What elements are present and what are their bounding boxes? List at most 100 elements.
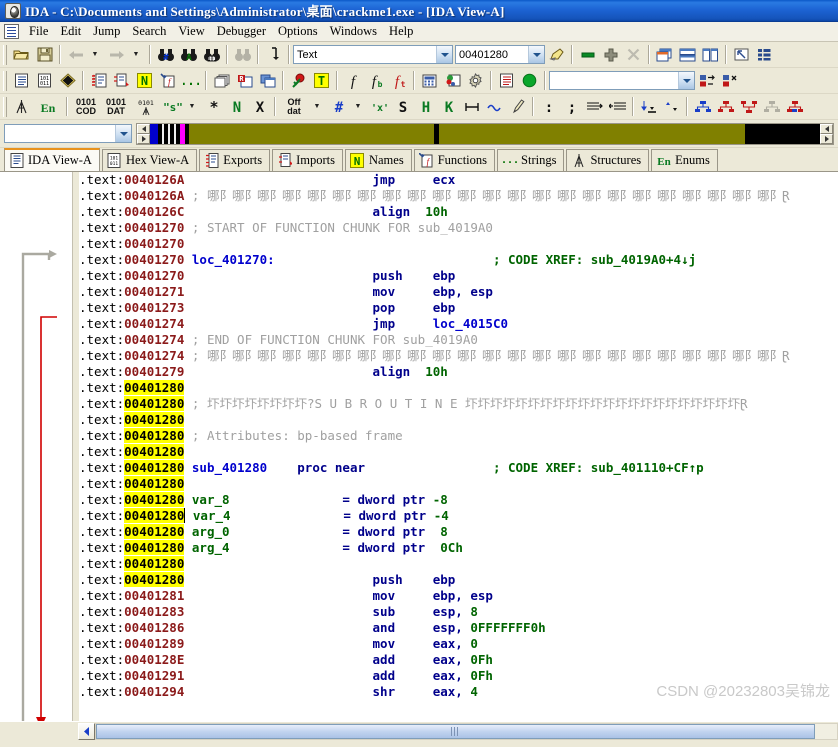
disassembly-line[interactable]: .text:00401280: [79, 444, 838, 460]
disassembly-line[interactable]: .text:00401274 ; END OF FUNCTION CHUNK F…: [79, 332, 838, 348]
disassembly-line[interactable]: •.text:0040126C align 10h: [79, 204, 838, 220]
disassembly-line[interactable]: •.text:00401289 mov eax, 0: [79, 636, 838, 652]
posterior-comment-icon[interactable]: [606, 96, 629, 118]
x-delete-icon[interactable]: X: [248, 96, 271, 118]
xrefs-from-icon[interactable]: [760, 96, 783, 118]
tile-vertical-icon[interactable]: [699, 44, 722, 66]
duplicate-icon[interactable]: [256, 70, 279, 92]
disassembly-line[interactable]: •.text:00401294 shr eax, 4: [79, 684, 838, 700]
calculator-icon[interactable]: [418, 70, 441, 92]
tab-functions[interactable]: f Functions: [413, 149, 496, 171]
menu-windows[interactable]: Windows: [324, 23, 383, 40]
disassembly-line[interactable]: .text:00401280 arg_0 = dword ptr 8: [79, 524, 838, 540]
jump-arrow-icon[interactable]: [262, 44, 285, 66]
save-disk-icon[interactable]: [33, 44, 56, 66]
text-t-icon[interactable]: T: [310, 70, 333, 92]
names-n-icon[interactable]: N: [133, 70, 156, 92]
disassembly-line[interactable]: .text:00401280: [79, 380, 838, 396]
tab-hex-view-a[interactable]: 101 011 Hex View-A: [101, 149, 198, 171]
green-run-icon[interactable]: [518, 70, 541, 92]
menu-search[interactable]: Search: [126, 23, 172, 40]
x-quote-icon[interactable]: 'x': [368, 96, 391, 118]
disassembly-line[interactable]: .text:00401280 var_4 = dword ptr -4: [79, 508, 838, 524]
disassembly-line[interactable]: .text:00401280 var_8 = dword ptr -8: [79, 492, 838, 508]
tab-structures[interactable]: Structures: [566, 149, 650, 171]
menu-options[interactable]: Options: [272, 23, 324, 40]
disassembly-line[interactable]: •.text:00401281 mov ebp, esp: [79, 588, 838, 604]
expand-icon[interactable]: [660, 96, 683, 118]
toolbar-grip[interactable]: [3, 44, 7, 65]
step-stop-icon[interactable]: [718, 70, 741, 92]
menu-debugger[interactable]: Debugger: [211, 23, 272, 40]
italic-f-icon[interactable]: f: [341, 70, 364, 92]
disassembly-line[interactable]: •.text:00401270 push ebp: [79, 268, 838, 284]
open-folder-icon[interactable]: [10, 44, 33, 66]
0101-struct-icon[interactable]: 0101: [131, 96, 161, 118]
anterior-comment-icon[interactable]: [583, 96, 606, 118]
navband-spinner[interactable]: [137, 123, 150, 144]
back-dropdown-icon[interactable]: ▼: [87, 44, 105, 66]
navigation-band[interactable]: [136, 122, 834, 145]
offset-dropdown-icon[interactable]: ▼: [309, 96, 327, 118]
bold-s-icon[interactable]: S: [391, 96, 414, 118]
breakpoint-flag-icon[interactable]: [287, 70, 310, 92]
xrefs-to-icon[interactable]: [737, 96, 760, 118]
arrange-icon[interactable]: [730, 44, 753, 66]
scrollbar-thumb[interactable]: [96, 724, 815, 739]
disassembly-line[interactable]: .text:00401280: [79, 556, 838, 572]
disassembly-line[interactable]: •.text:00401279 align 10h: [79, 364, 838, 380]
italic-fb-icon[interactable]: fb: [364, 70, 387, 92]
horizontal-scrollbar[interactable]: [0, 721, 838, 741]
binoculars-101-icon[interactable]: 101: [200, 44, 223, 66]
asterisk-icon[interactable]: *: [202, 96, 225, 118]
address-combo[interactable]: 00401280: [455, 45, 545, 64]
stack-variable[interactable]: var_8: [184, 492, 342, 507]
name-n-icon[interactable]: N: [225, 96, 248, 118]
disassembly-line[interactable]: •.text:00401280 push ebp: [79, 572, 838, 588]
strings-quote-icon[interactable]: "...": [179, 70, 202, 92]
hash-blue-icon[interactable]: #: [327, 96, 350, 118]
collapse-icon[interactable]: [637, 96, 660, 118]
string-s-icon[interactable]: "s": [161, 96, 184, 118]
chevron-down-icon[interactable]: [528, 46, 544, 63]
search-type-combo[interactable]: Text: [293, 45, 453, 64]
tab-enums[interactable]: En Enums: [651, 149, 718, 171]
debugger-combo[interactable]: [549, 71, 695, 90]
navband-spinner-right[interactable]: [820, 123, 833, 144]
disassembly-line[interactable]: .text:00401280 ; 圷圷圷圷圷圷圷圷?S U B R O U T …: [79, 396, 838, 412]
navband-segments[interactable]: [150, 123, 820, 144]
options-palette-icon[interactable]: [441, 70, 464, 92]
tab-exports[interactable]: Exports: [199, 149, 271, 171]
disassembly-line[interactable]: •.text:00401291 add eax, 0Fh: [79, 668, 838, 684]
disassembly-line[interactable]: .text:00401280 sub_401280 proc near ; CO…: [79, 460, 838, 476]
menu-jump[interactable]: Jump: [87, 23, 126, 40]
0101-code-icon[interactable]: 0101 COD: [71, 96, 101, 118]
disassembly-line[interactable]: .text:00401270: [79, 236, 838, 252]
pencil-icon[interactable]: [506, 96, 529, 118]
list-icon[interactable]: [753, 44, 776, 66]
menu-edit[interactable]: Edit: [54, 23, 87, 40]
italic-ft-icon[interactable]: ft: [387, 70, 410, 92]
plus-icon[interactable]: [599, 44, 622, 66]
disassembly-line[interactable]: .text:00401274 ; 哪阝哪阝哪阝哪阝哪阝哪阝哪阝哪阝哪阝哪阝哪阝哪…: [79, 348, 838, 364]
tab-names[interactable]: N Names: [344, 149, 412, 171]
highlighter-icon[interactable]: [545, 44, 568, 66]
chevron-down-icon[interactable]: [115, 125, 131, 142]
disassembly-line[interactable]: .text:00401270 ; START OF FUNCTION CHUNK…: [79, 220, 838, 236]
disassembly-lines[interactable]: •.text:0040126A jmp ecx.text:0040126A ; …: [79, 172, 838, 721]
enums-en-icon[interactable]: En: [33, 96, 63, 118]
tab-ida-view-a[interactable]: IDA View-A: [4, 148, 100, 171]
menu-help[interactable]: Help: [383, 23, 419, 40]
chevron-down-icon[interactable]: [436, 46, 452, 63]
binoculars-gray-icon[interactable]: [231, 44, 254, 66]
off-dat-icon[interactable]: Off dat: [279, 96, 309, 118]
binoculars-hash-icon[interactable]: #: [154, 44, 177, 66]
disassembly-line[interactable]: .text:00401280 ; Attributes: bp-based fr…: [79, 428, 838, 444]
black-diamond-icon[interactable]: [56, 70, 79, 92]
semicolon-icon[interactable]: ;: [560, 96, 583, 118]
antenna-icon[interactable]: [10, 96, 33, 118]
struct-stack-icon[interactable]: [110, 70, 133, 92]
code-label[interactable]: loc_401270:: [184, 252, 493, 267]
disassembly-line[interactable]: .text:00401280: [79, 412, 838, 428]
hex-101-icon[interactable]: 101 011: [33, 70, 56, 92]
